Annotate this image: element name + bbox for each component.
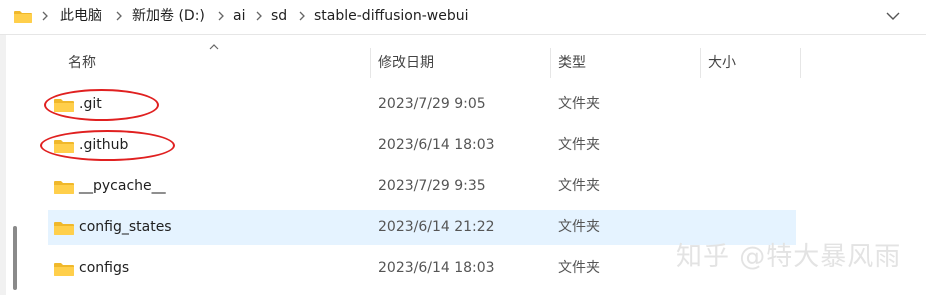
chevron-right-icon xyxy=(256,11,262,21)
folder-icon xyxy=(54,140,74,153)
file-type: 文件夹 xyxy=(558,178,600,194)
column-header-type[interactable]: 类型 xyxy=(558,48,586,78)
file-row-git[interactable]: .git 2023/7/29 9:05 文件夹 xyxy=(48,87,796,122)
file-name: configs xyxy=(79,260,130,276)
chevron-right-icon xyxy=(116,11,122,21)
breadcrumb-ai[interactable]: ai xyxy=(233,6,245,26)
folder-icon xyxy=(54,263,74,276)
navigation-pane xyxy=(0,35,6,295)
file-row-github[interactable]: .github 2023/6/14 18:03 文件夹 xyxy=(48,128,796,163)
breadcrumb-current-folder[interactable]: stable-diffusion-webui xyxy=(314,6,469,26)
file-name: __pycache__ xyxy=(79,178,166,194)
file-type: 文件夹 xyxy=(558,96,600,112)
column-header-size[interactable]: 大小 xyxy=(708,48,736,78)
file-date: 2023/6/14 18:03 xyxy=(378,137,495,153)
file-name: .git xyxy=(79,96,102,112)
file-name: config_states xyxy=(79,219,172,235)
folder-icon xyxy=(54,181,74,194)
file-type: 文件夹 xyxy=(558,260,600,276)
column-header-date[interactable]: 修改日期 xyxy=(378,48,434,78)
chevron-right-icon xyxy=(218,11,224,21)
column-header-name[interactable]: 名称 xyxy=(68,48,96,78)
breadcrumb-this-pc[interactable]: 此电脑 xyxy=(60,6,102,26)
navigation-scrollbar[interactable] xyxy=(13,226,17,290)
chevron-right-icon xyxy=(299,11,305,21)
file-date: 2023/6/14 21:22 xyxy=(378,219,495,235)
column-divider[interactable] xyxy=(700,48,701,78)
file-date: 2023/7/29 9:05 xyxy=(378,96,486,112)
folder-icon xyxy=(14,11,32,23)
file-date: 2023/6/14 18:03 xyxy=(378,260,495,276)
file-date: 2023/7/29 9:35 xyxy=(378,178,486,194)
watermark: 知乎 @特大暴风雨 xyxy=(676,242,902,272)
chevron-right-icon xyxy=(42,11,48,21)
sort-up-icon xyxy=(209,44,219,50)
chevron-down-icon[interactable] xyxy=(882,7,904,25)
file-type: 文件夹 xyxy=(558,219,600,235)
file-name: .github xyxy=(79,137,129,153)
folder-icon xyxy=(54,99,74,112)
folder-icon xyxy=(54,222,74,235)
column-divider[interactable] xyxy=(370,48,371,78)
column-divider[interactable] xyxy=(550,48,551,78)
address-bar[interactable]: 此电脑 新加卷 (D:) ai sd stable-diffusion-webu… xyxy=(0,0,926,35)
column-divider[interactable] xyxy=(800,48,801,78)
file-explorer: 此电脑 新加卷 (D:) ai sd stable-diffusion-webu… xyxy=(0,0,926,295)
breadcrumb-drive[interactable]: 新加卷 (D:) xyxy=(132,6,205,26)
breadcrumb-sd[interactable]: sd xyxy=(271,6,287,26)
file-row-pycache[interactable]: __pycache__ 2023/7/29 9:35 文件夹 xyxy=(48,169,796,204)
file-type: 文件夹 xyxy=(558,137,600,153)
